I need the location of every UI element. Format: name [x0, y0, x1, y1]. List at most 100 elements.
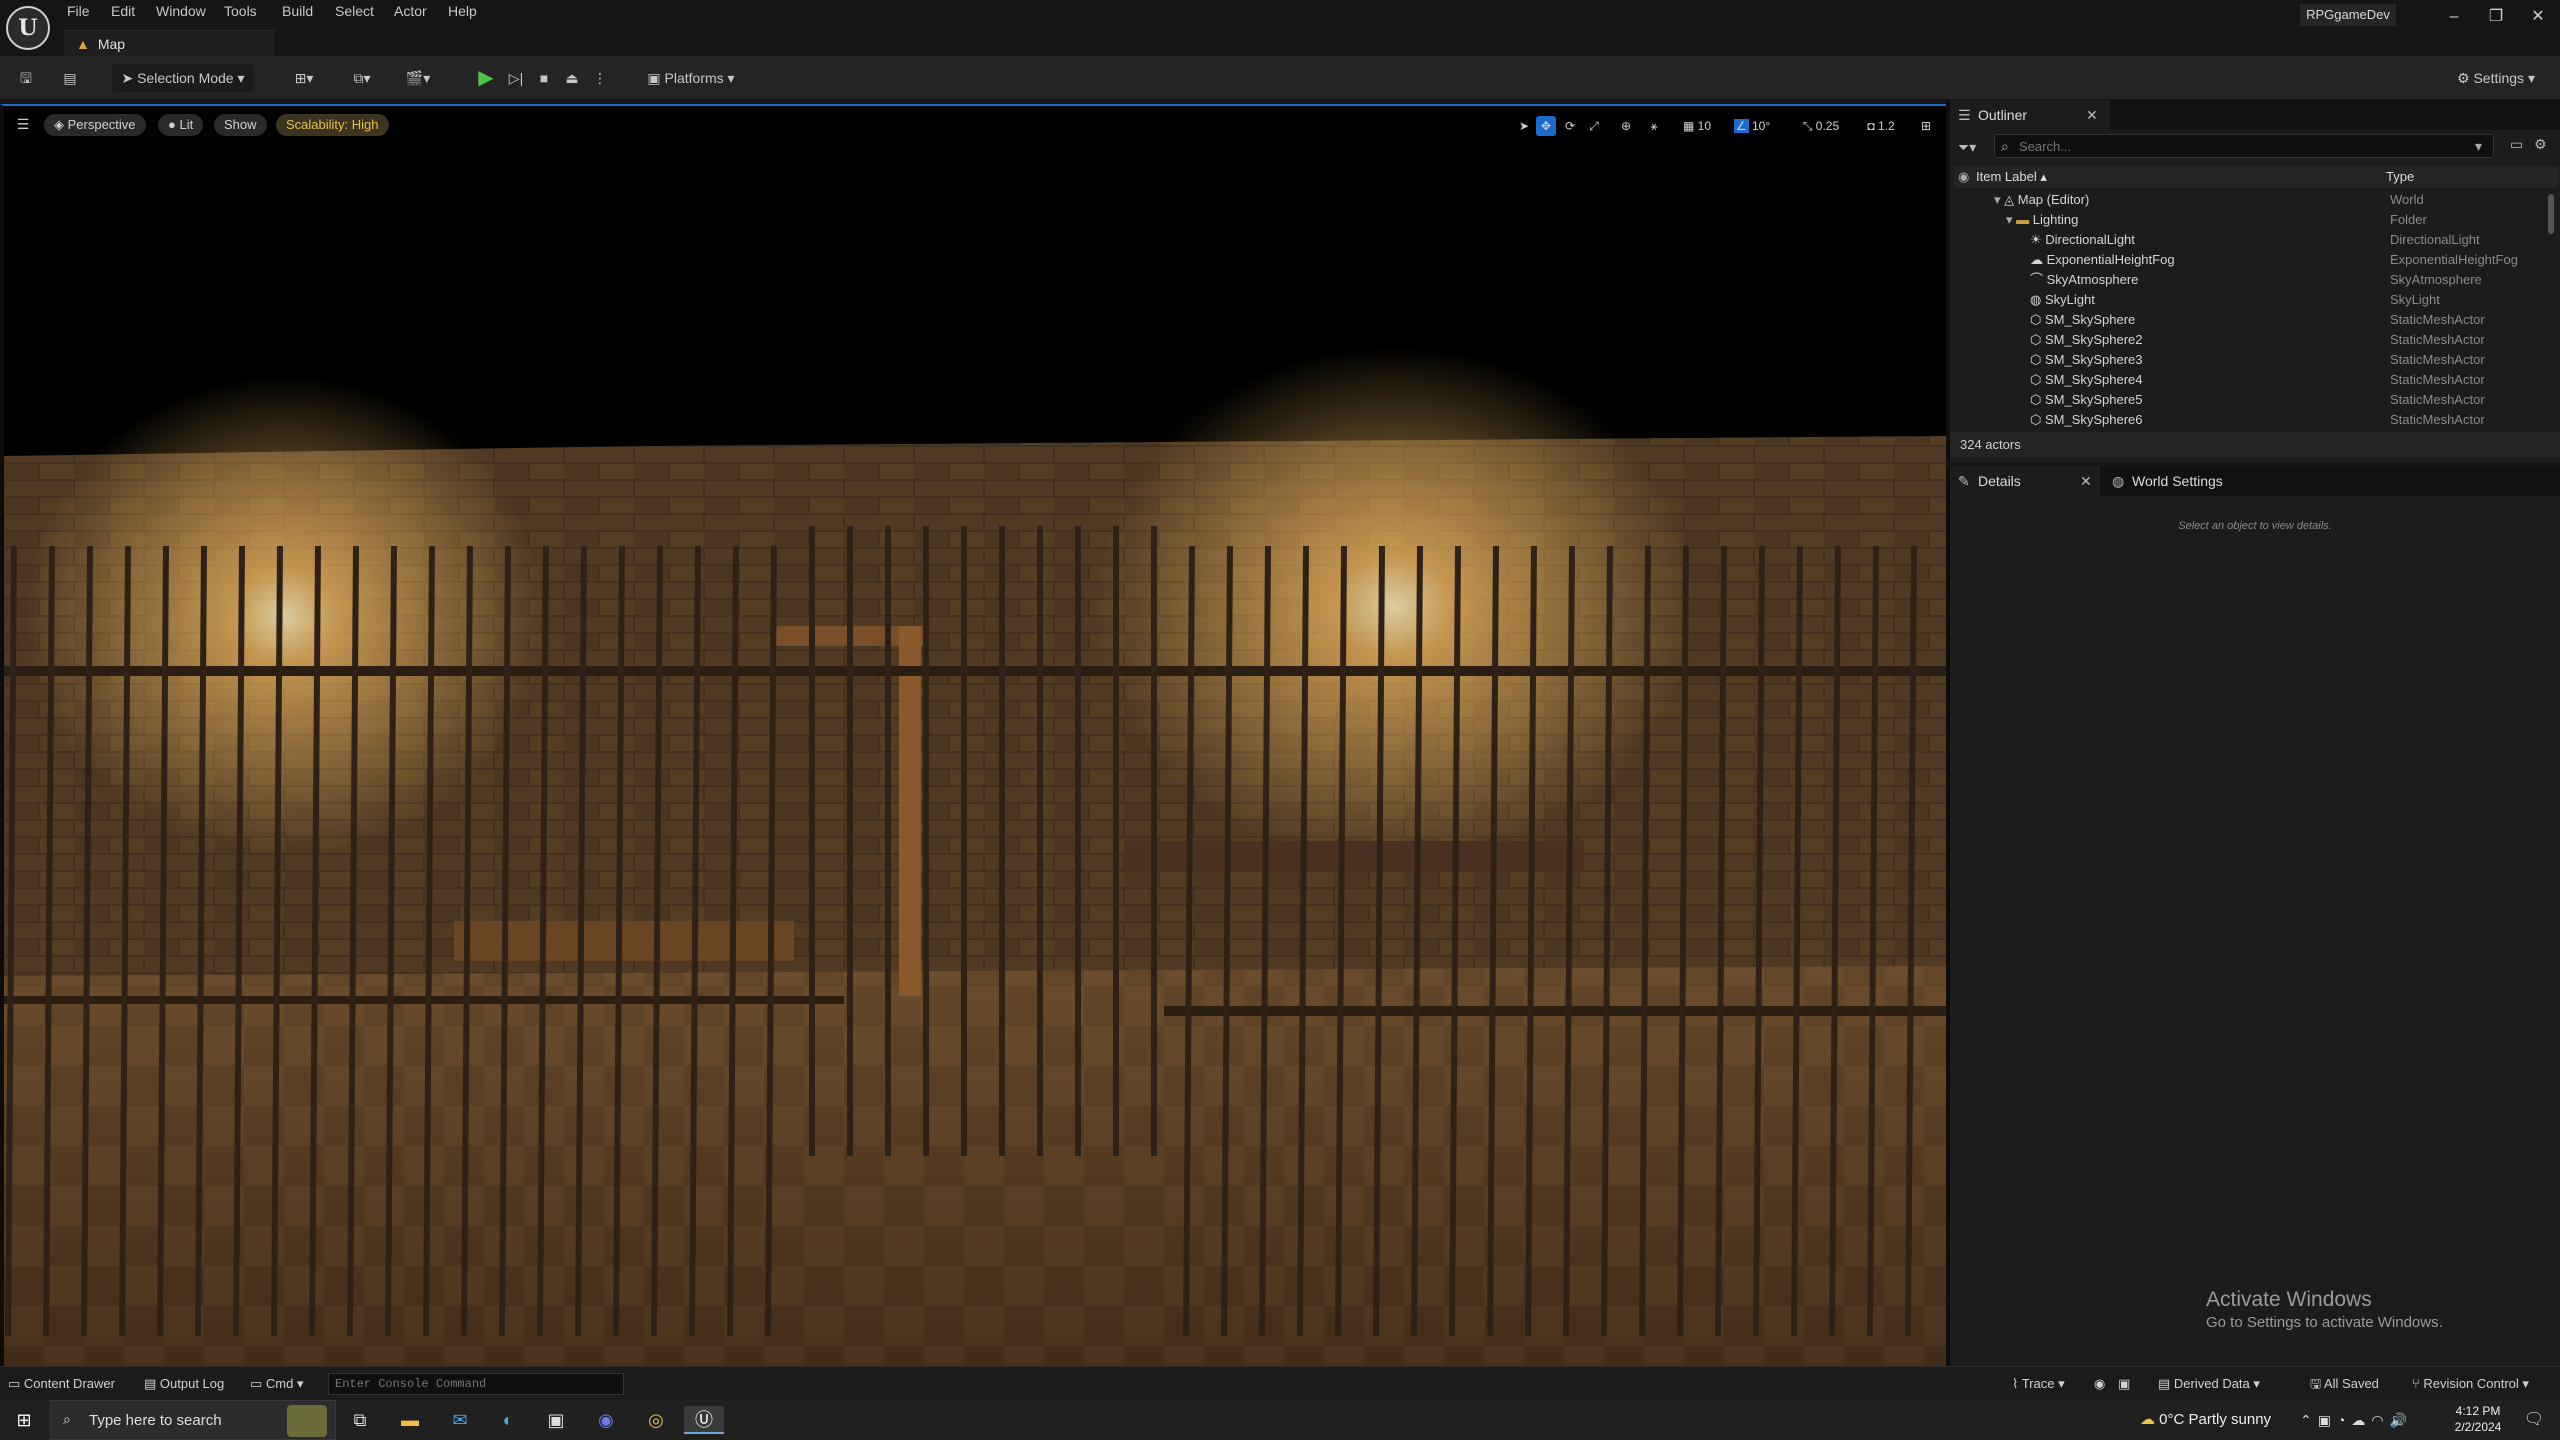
menu-window[interactable]: Window — [156, 0, 206, 22]
scalability-badge[interactable]: Scalability: High — [276, 114, 389, 136]
clock[interactable]: 4:12 PM 2/2/2024 — [2448, 1403, 2508, 1435]
close-tab-icon[interactable]: ✕ — [2080, 466, 2092, 496]
file-explorer-icon[interactable]: ▬ — [390, 1406, 430, 1434]
unreal-logo-icon[interactable]: U — [6, 6, 50, 50]
tree-row[interactable]: ◍ SkyLight SkyLight — [1954, 290, 2554, 310]
world-space-icon[interactable]: ⊕ — [1616, 116, 1636, 136]
menu-edit[interactable]: Edit — [111, 0, 135, 22]
content-browser-icon[interactable]: ▤ — [56, 64, 84, 92]
tree-row[interactable]: ⬡ SM_SkySphere5 StaticMeshActor — [1954, 390, 2554, 410]
tab-details[interactable]: ✎ Details ✕ — [1950, 466, 2100, 496]
save-icon[interactable]: 🖫 — [12, 64, 40, 92]
edge-icon[interactable]: ◐ — [488, 1406, 528, 1434]
level-viewport[interactable]: ☰ ◈ Perspective ● Lit Show Scalability: … — [0, 104, 1946, 1366]
lit-button[interactable]: ● Lit — [158, 114, 204, 136]
outliner-scrollbar[interactable] — [2548, 194, 2554, 234]
task-view-icon[interactable]: ⧉ — [340, 1406, 380, 1434]
perspective-button[interactable]: ◈ Perspective — [44, 114, 146, 136]
close-tab-icon[interactable]: ✕ — [2086, 100, 2098, 130]
platforms-dropdown[interactable]: ▣ Platforms ▾ — [636, 64, 746, 92]
console-command-input[interactable] — [328, 1373, 624, 1395]
scale-tool-icon[interactable]: ⤢ — [1584, 116, 1604, 136]
rotate-tool-icon[interactable]: ⟳ — [1560, 116, 1580, 136]
tree-row[interactable]: ⬡ SM_SkySphere4 StaticMeshActor — [1954, 370, 2554, 390]
outliner-settings-icon[interactable]: ⚙ — [2534, 136, 2554, 153]
tab-outliner[interactable]: ☰ Outliner ✕ — [1950, 100, 2110, 130]
play-icon[interactable]: ▶ — [472, 64, 500, 92]
record-icon[interactable]: ◉ — [2094, 1373, 2105, 1395]
windows-start-icon[interactable]: ⊞ — [4, 1406, 44, 1434]
show-button[interactable]: Show — [214, 114, 267, 136]
notifications-icon[interactable]: 🗨 — [2514, 1406, 2554, 1434]
tree-row[interactable]: ⬡ SM_SkySphere2 StaticMeshActor — [1954, 330, 2554, 350]
type-column[interactable]: Type — [2386, 166, 2414, 188]
system-tray-icons[interactable]: ⌃▣◔☁◠🔊 — [2300, 1410, 2413, 1430]
mail-icon[interactable]: ✉ — [440, 1406, 480, 1434]
menu-actor[interactable]: Actor — [394, 0, 427, 22]
scale-snap-button[interactable]: ⤡ 0.25 — [1794, 116, 1848, 136]
level-tab[interactable]: ▲ Map — [64, 30, 274, 56]
stop-icon[interactable]: ■ — [530, 64, 558, 92]
filter-icon[interactable]: ⏷▾ — [1958, 136, 1986, 158]
static-mesh-icon: ⬡ — [2030, 372, 2045, 387]
minimize-button[interactable]: – — [2434, 2, 2474, 32]
eject-icon[interactable]: ⏏ — [558, 64, 586, 92]
tree-row-label: ▾ ◬ Map (Editor) — [1994, 192, 2090, 207]
outliner-search-input[interactable] — [2019, 137, 2459, 155]
trace-dropdown[interactable]: ⌇ Trace ▾ — [2012, 1373, 2065, 1395]
menu-build[interactable]: Build — [282, 0, 313, 22]
settings-dropdown[interactable]: ⚙ Settings ▾ — [2446, 64, 2546, 92]
camera-speed-button[interactable]: ◘ 1.2 — [1858, 116, 1904, 136]
select-tool-icon[interactable]: ➤ — [1514, 116, 1534, 136]
tab-world-settings[interactable]: ◍ World Settings — [2104, 466, 2274, 496]
discord-icon[interactable]: ◉ — [586, 1406, 626, 1434]
tree-row[interactable]: ⌒ SkyAtmosphere SkyAtmosphere — [1954, 270, 2554, 290]
item-label-column[interactable]: Item Label ▴ — [1976, 166, 2047, 188]
add-actor-icon[interactable]: ⊞▾ — [284, 64, 324, 92]
expand-icon: ▾ — [1994, 192, 2005, 207]
content-drawer-button[interactable]: ▭ Content Drawer — [8, 1373, 115, 1395]
weather-widget[interactable]: ☁ 0°C Partly sunny — [2140, 1408, 2271, 1432]
tree-row[interactable]: ▾ ▬ Lighting Folder — [1954, 210, 2554, 230]
tree-row[interactable]: ⬡ SM_SkySphere3 StaticMeshActor — [1954, 350, 2554, 370]
close-window-button[interactable]: ✕ — [2518, 2, 2558, 32]
maximize-button[interactable]: ❐ — [2476, 2, 2516, 32]
derived-data-dropdown[interactable]: ▤ Derived Data ▾ — [2158, 1373, 2260, 1395]
tree-row[interactable]: ▾ ◬ Map (Editor) World — [1954, 190, 2554, 210]
chrome-icon[interactable]: ◎ — [636, 1406, 676, 1434]
chevron-down-icon[interactable]: ▾ — [2475, 138, 2482, 155]
outliner-search[interactable]: ⌕ ▾ — [1994, 134, 2494, 158]
eye-icon[interactable]: ◉ — [1958, 166, 1969, 188]
static-mesh-icon: ⬡ — [2030, 392, 2045, 407]
surface-snap-icon[interactable]: ⚹ — [1644, 116, 1664, 136]
output-log-button[interactable]: ▤ Output Log — [144, 1373, 224, 1395]
tree-row[interactable]: ☁ ExponentialHeightFog ExponentialHeightF… — [1954, 250, 2554, 270]
menu-select[interactable]: Select — [335, 0, 374, 22]
viewport-layout-icon[interactable]: ⊞ — [1916, 116, 1936, 136]
screenshot-icon[interactable]: ▣ — [2118, 1373, 2130, 1395]
tree-row[interactable]: ☀ DirectionalLight DirectionalLight — [1954, 230, 2554, 250]
menu-help[interactable]: Help — [448, 0, 477, 22]
grid-snap-button[interactable]: ▦ 10 — [1674, 116, 1720, 136]
selection-mode-dropdown[interactable]: ➤ Selection Mode ▾ — [112, 64, 254, 92]
details-tab-label: Details — [1978, 473, 2021, 489]
blueprint-icon[interactable]: ⧉▾ — [342, 64, 382, 92]
cinematics-icon[interactable]: 🎬▾ — [398, 64, 438, 92]
taskbar-search[interactable]: ⌕ Type here to search — [50, 1400, 336, 1440]
all-saved-button[interactable]: 🖫 All Saved — [2310, 1373, 2379, 1395]
revision-control-dropdown[interactable]: ⑂ Revision Control ▾ — [2412, 1373, 2529, 1395]
add-folder-icon[interactable]: ▭ — [2510, 136, 2530, 153]
tree-row[interactable]: ⬡ SM_SkySphere6 StaticMeshActor — [1954, 410, 2554, 430]
menu-tools[interactable]: Tools — [224, 0, 257, 22]
viewport-options-icon[interactable]: ☰ — [12, 116, 34, 136]
store-icon[interactable]: ▣ — [536, 1406, 576, 1434]
translate-tool-icon[interactable]: ✥ — [1536, 116, 1556, 136]
step-icon[interactable]: ▷| — [502, 64, 530, 92]
play-options-icon[interactable]: ⋮ — [588, 64, 612, 92]
rotation-snap-button[interactable]: ∠ 10° — [1728, 116, 1776, 136]
menu-file[interactable]: File — [67, 0, 90, 22]
cmd-dropdown[interactable]: ▭ Cmd ▾ — [250, 1373, 304, 1395]
unreal-taskbar-icon[interactable]: Ⓤ — [684, 1406, 724, 1434]
tree-row[interactable]: ⬡ SM_SkySphere StaticMeshActor — [1954, 310, 2554, 330]
tree-row-type: Folder — [2390, 212, 2427, 227]
